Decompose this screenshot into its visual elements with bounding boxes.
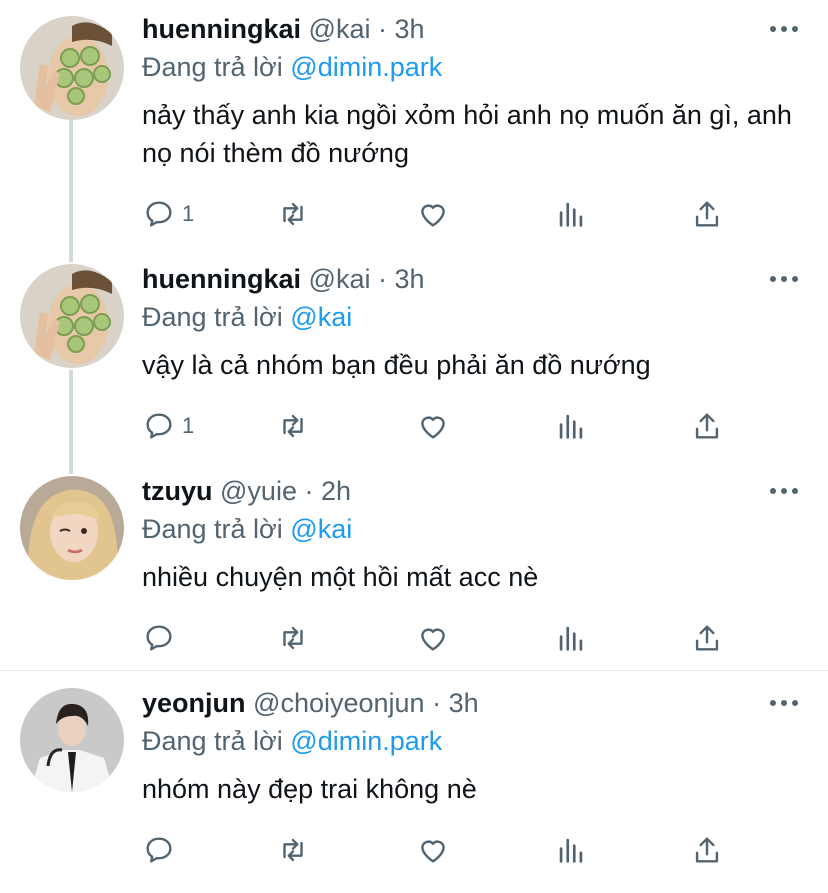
timestamp[interactable]: 3h [395,14,425,44]
more-icon[interactable] [770,700,798,706]
more-icon[interactable] [770,276,798,282]
like-icon [421,628,445,651]
timestamp[interactable]: 3h [449,688,479,718]
tweet-text: nhiều chuyện một hồi mất acc nè [142,562,539,592]
share-icon [695,201,719,227]
share-icon [695,413,719,439]
more-icon[interactable] [770,26,798,32]
like-icon [421,204,445,227]
reply-count: 1 [182,413,195,438]
tweet-header: huenningkai @kai · 3h [142,264,425,295]
share-icon [695,625,719,651]
reply-prefix: Đang trả lời [142,52,283,82]
reply-icon [146,625,172,651]
tweet-header: huenningkai @kai · 3h [142,14,425,45]
retweet-button[interactable] [276,830,310,870]
timestamp[interactable]: 2h [321,476,351,506]
reply-button[interactable] [142,830,182,870]
reply-prefix: Đang trả lời [142,302,283,332]
replying-to: Đang trả lời @dimin.park [142,52,442,83]
retweet-icon [283,202,303,226]
mention-link[interactable]: @dimin.park [290,726,442,756]
replying-to: Đang trả lời @kai [142,302,352,333]
retweet-button[interactable] [276,406,310,446]
tweet-actions: 1 [142,194,742,234]
retweet-icon [283,838,303,862]
tweet[interactable]: tzuyu @yuie · 2h Đang trả lời @kai nhiều… [0,462,828,668]
analytics-button[interactable] [554,194,588,234]
share-button[interactable] [690,830,724,870]
retweet-button[interactable] [276,618,310,658]
analytics-icon [559,838,583,863]
avatar[interactable] [20,476,124,580]
separator-dot: · [432,688,442,718]
share-button[interactable] [690,194,724,234]
analytics-icon [559,626,583,651]
tweet[interactable]: huenningkai @kai · 3h Đang trả lời @dimi… [0,0,828,250]
mention-link[interactable]: @kai [290,514,352,544]
author-name[interactable]: tzuyu [142,476,213,506]
replying-to: Đang trả lời @dimin.park [142,726,442,757]
author-name[interactable]: huenningkai [142,14,301,44]
tweet-text: nảy thấy anh kia ngồi xỏm hỏi anh nọ muố… [142,100,792,168]
tweet-text: vậy là cả nhóm bạn đều phải ăn đồ nướng [142,350,651,380]
reply-icon [146,413,172,439]
retweet-icon [283,626,303,650]
reply-button[interactable]: 1 [142,406,194,446]
author-name[interactable]: yeonjun [142,688,246,718]
more-icon[interactable] [770,488,798,494]
timestamp[interactable]: 3h [395,264,425,294]
author-handle[interactable]: @kai [309,264,371,294]
tweet[interactable]: yeonjun @choiyeonjun · 3h Đang trả lời @… [0,674,828,893]
separator-dot: · [377,264,387,294]
tweet[interactable]: huenningkai @kai · 3h Đang trả lời @kai … [0,250,828,462]
blonde-girl-avatar [20,476,124,580]
retweet-icon [283,414,303,438]
analytics-icon [559,414,583,439]
separator-dot: · [304,476,314,506]
replying-to: Đang trả lời @kai [142,514,352,545]
analytics-button[interactable] [554,830,588,870]
mention-link[interactable]: @dimin.park [290,52,442,82]
reply-prefix: Đang trả lời [142,514,283,544]
like-button[interactable] [416,618,450,658]
analytics-button[interactable] [554,618,588,658]
like-icon [421,416,445,439]
analytics-icon [559,202,583,227]
cucumber-mask-avatar [20,264,124,368]
author-handle[interactable]: @kai [309,14,371,44]
reply-count: 1 [182,201,195,226]
avatar[interactable] [20,264,124,368]
avatar[interactable] [20,16,124,120]
avatar[interactable] [20,688,124,792]
tweet-text: nhóm này đẹp trai không nè [142,774,477,804]
analytics-button[interactable] [554,406,588,446]
separator-dot: · [377,14,387,44]
like-button[interactable] [416,830,450,870]
reply-icon [146,201,172,227]
tweet-actions [142,830,742,870]
author-name[interactable]: huenningkai [142,264,301,294]
reply-icon [146,837,172,863]
share-icon [695,837,719,863]
cucumber-mask-avatar [20,16,124,120]
like-icon [421,840,445,863]
mention-link[interactable]: @kai [290,302,352,332]
reply-button[interactable] [142,618,182,658]
tweet-header: yeonjun @choiyeonjun · 3h [142,688,479,719]
reply-prefix: Đang trả lời [142,726,283,756]
tweet-header: tzuyu @yuie · 2h [142,476,351,507]
like-button[interactable] [416,406,450,446]
tweet-actions: 1 [142,406,742,446]
author-handle[interactable]: @choiyeonjun [253,688,425,718]
share-button[interactable] [690,618,724,658]
reply-button[interactable]: 1 [142,194,194,234]
suit-boy-avatar [20,688,124,792]
author-handle[interactable]: @yuie [220,476,297,506]
retweet-button[interactable] [276,194,310,234]
like-button[interactable] [416,194,450,234]
share-button[interactable] [690,406,724,446]
divider [0,670,828,671]
tweet-actions [142,618,742,658]
